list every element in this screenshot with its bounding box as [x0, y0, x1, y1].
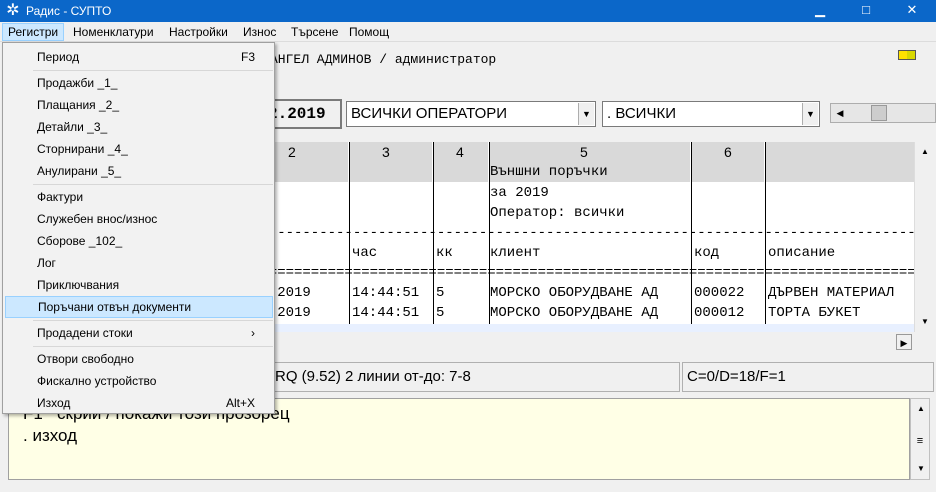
kind-select[interactable]: . ВСИЧКИ ▼ [602, 101, 820, 127]
row-time: 14:44:51 [352, 285, 420, 301]
column-number: 5 [580, 144, 588, 160]
column-label: код [694, 245, 720, 261]
menu-item-reversed[interactable]: Сторнирани _4_ [5, 138, 273, 160]
report-operator: Оператор: всички [490, 205, 625, 221]
status-counters: C=0/D=18/F=1 [682, 362, 934, 392]
window-title: Радис - СУПТО [26, 4, 112, 18]
column-number: 6 [724, 144, 732, 160]
menu-registers[interactable]: Регистри [2, 23, 65, 41]
kind-value: . ВСИЧКИ [607, 105, 676, 122]
row-description: ДЪРВЕН МАТЕРИАЛ [768, 285, 895, 301]
menu-item-invoices[interactable]: Фактури [5, 186, 273, 208]
column-label: клиент [490, 245, 541, 261]
row-description: ТОРТА БУКЕТ [768, 305, 861, 321]
row-time: 14:44:51 [352, 305, 420, 321]
operators-select[interactable]: ВСИЧКИ ОПЕРАТОРИ ▼ [346, 101, 596, 127]
menu-help[interactable]: Помощ [344, 23, 394, 41]
menu-bar: Регистри Номенклатури Настройки Износ Тъ… [0, 22, 936, 42]
row-client: МОРСКО ОБОРУДВАНЕ АД [490, 305, 659, 321]
menu-item-external-orders[interactable]: Поръчани отвън документи [5, 296, 273, 318]
user-line: АНГЕЛ АДМИНОВ / администратор [270, 52, 497, 67]
report-grid[interactable]: 2 3 4 5 6 Външни поръчки за 2019 Операто… [252, 142, 914, 332]
arrow-down-icon[interactable]: ▼ [917, 314, 933, 330]
row-kk: 5 [436, 285, 445, 301]
report-year: за 2019 [490, 185, 549, 201]
menu-item-sales[interactable]: Продажби _1_ [5, 72, 273, 94]
help-scrollbar[interactable]: ▲ ≡ ▼ [910, 398, 930, 480]
menu-item-closings[interactable]: Приключвания [5, 274, 273, 296]
column-header [490, 142, 690, 162]
minimize-button[interactable]: ▁ [797, 0, 843, 22]
slider-thumb[interactable] [871, 105, 887, 121]
row-code: 000012 [694, 305, 745, 321]
menu-shortcut: F3 [240, 50, 255, 64]
menu-item-log[interactable]: Лог [5, 252, 273, 274]
registers-dropdown: Период F3 Продажби _1_ Плащания _2_ Дета… [2, 42, 275, 414]
menu-settings[interactable]: Настройки [164, 23, 233, 41]
column-number: 3 [382, 144, 390, 160]
menu-item-sold-goods[interactable]: Продадени стоки › [5, 322, 273, 344]
column-header [350, 142, 432, 182]
snowflake-icon[interactable]: ✲ [4, 2, 22, 20]
status-light-icon [898, 50, 916, 60]
grid-horizontal-scrollbar[interactable]: ▶ [252, 333, 914, 351]
dash-divider: ----------------------------------------… [252, 228, 914, 238]
menu-item-totals[interactable]: Сборове _102_ [5, 230, 273, 252]
menu-item-period[interactable]: Период F3 [5, 46, 273, 68]
menu-search[interactable]: Търсене [286, 23, 343, 41]
menu-item-open-freely[interactable]: Отвори свободно [5, 348, 273, 370]
menu-item-label: Продадени стоки [37, 326, 133, 340]
grid-vertical-scrollbar[interactable]: ▲ ▼ [914, 142, 934, 332]
menu-separator [33, 184, 273, 185]
arrow-up-icon[interactable]: ▲ [917, 144, 933, 160]
menu-item-label: Изход [37, 396, 71, 410]
menu-shortcut: Alt+X [225, 396, 255, 410]
horizontal-slider[interactable]: ◀ [830, 103, 936, 123]
row-kk: 5 [436, 305, 445, 321]
arrow-right-icon[interactable]: ▶ [896, 334, 912, 350]
chevron-down-icon[interactable]: ▼ [578, 103, 594, 125]
menu-item-service-import-export[interactable]: Служебен внос/износ [5, 208, 273, 230]
submenu-arrow-icon: › [251, 326, 255, 340]
menu-item-fiscal-device[interactable]: Фискално устройство [5, 370, 273, 392]
arrow-down-icon[interactable]: ▼ [913, 461, 929, 477]
title-bar: ✲ Радис - СУПТО ▁ □ ✕ [0, 0, 936, 22]
grip-icon[interactable]: ≡ [914, 435, 926, 447]
row-code: 000022 [694, 285, 745, 301]
menu-wear[interactable]: Износ [238, 23, 281, 41]
arrow-left-icon[interactable]: ◀ [832, 105, 848, 121]
column-header [766, 142, 914, 182]
operators-value: ВСИЧКИ ОПЕРАТОРИ [351, 105, 508, 122]
column-number: 2 [288, 144, 296, 160]
selected-row-highlight [252, 324, 914, 332]
menu-item-details[interactable]: Детайли _3_ [5, 116, 273, 138]
menu-nomenclatures[interactable]: Номенклатури [68, 23, 159, 41]
equals-divider: ========================================… [252, 268, 914, 278]
close-button[interactable]: ✕ [889, 0, 935, 22]
row-client: МОРСКО ОБОРУДВАНЕ АД [490, 285, 659, 301]
column-label: кк [436, 245, 453, 261]
menu-item-cancelled[interactable]: Анулирани _5_ [5, 160, 273, 182]
column-number: 4 [456, 144, 464, 160]
report-title: Външни поръчки [490, 164, 608, 180]
menu-separator [33, 346, 273, 347]
status-lines: RQ (9.52) 2 линии от-до: 7-8 [272, 362, 680, 392]
column-label: описание [768, 245, 836, 261]
maximize-button[interactable]: □ [843, 0, 889, 22]
chevron-down-icon[interactable]: ▼ [802, 103, 818, 125]
menu-separator [33, 70, 273, 71]
arrow-up-icon[interactable]: ▲ [913, 401, 929, 417]
menu-item-label: Период [37, 50, 80, 64]
menu-item-payments[interactable]: Плащания _2_ [5, 94, 273, 116]
column-label: час [352, 245, 378, 261]
help-line: . изход [23, 426, 78, 445]
menu-separator [33, 320, 273, 321]
menu-item-exit[interactable]: Изход Alt+X [5, 392, 273, 414]
